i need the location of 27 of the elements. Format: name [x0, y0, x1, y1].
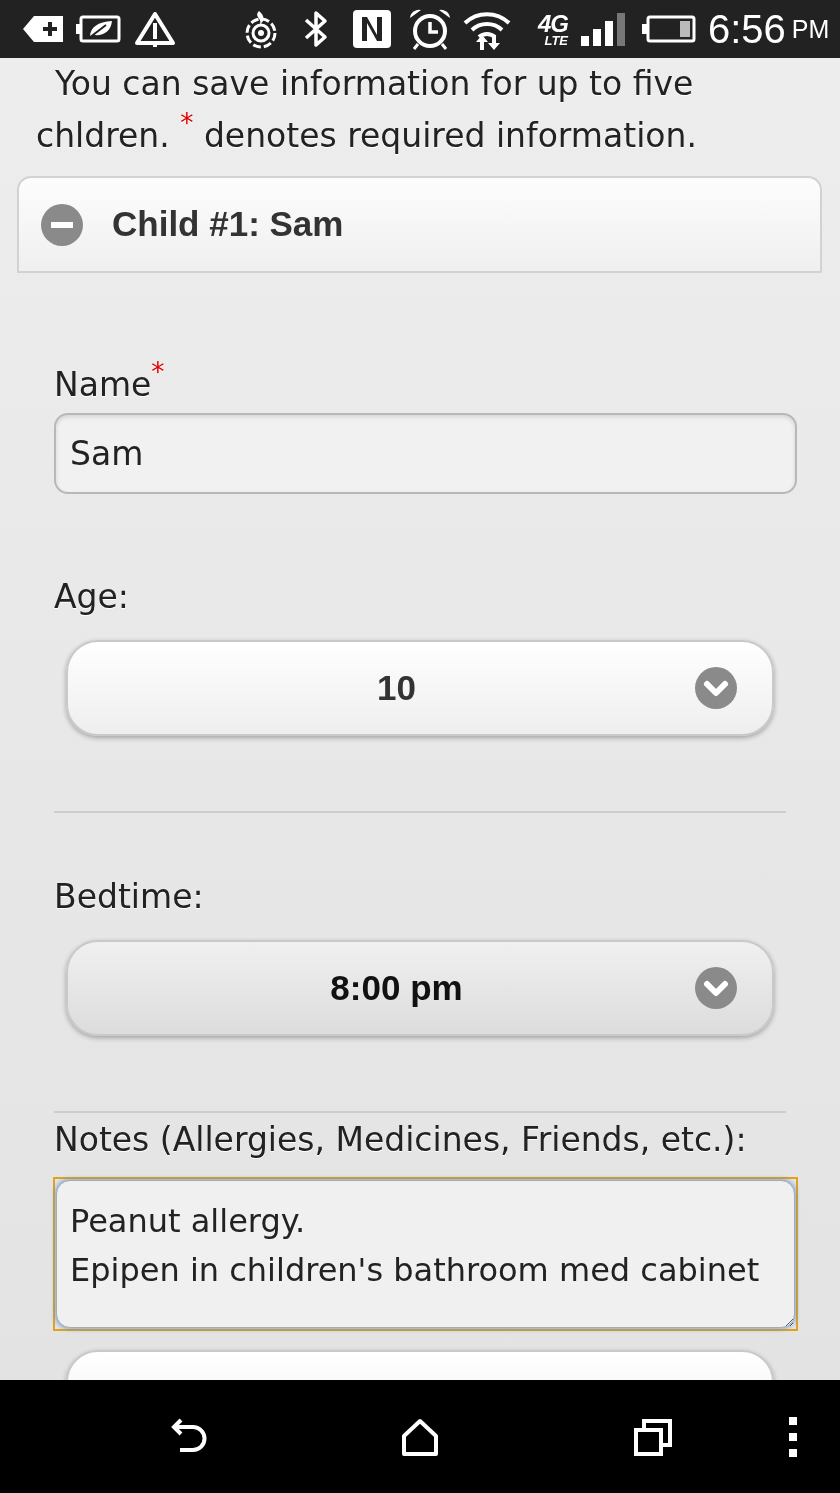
battery-icon	[642, 15, 696, 43]
dropdown-button[interactable]: 10	[66, 640, 774, 736]
nfc-icon	[352, 9, 392, 49]
alarm-clock-icon	[408, 8, 452, 50]
recent-apps-icon[interactable]	[632, 1416, 673, 1457]
home-icon[interactable]	[399, 1416, 440, 1457]
field-label: Notes (Allergies, Medicines, Friends, etc.):	[54, 1120, 748, 1160]
network-tech-label: LTE	[544, 33, 568, 47]
collapsible-header[interactable]: Child #1: Sam	[17, 176, 822, 273]
notification-plus-icon	[22, 15, 64, 43]
menu-icon[interactable]	[789, 1416, 797, 1457]
intro-text: You can save information for up to five chldren. $^{*}$ denotes required information.	[36, 63, 698, 157]
battery-leaf-icon	[76, 15, 122, 43]
target-rings-icon	[244, 9, 278, 49]
warning-triangle-icon	[134, 11, 176, 47]
chevron-down-icon	[695, 667, 737, 709]
clock-time: 6:56	[708, 9, 786, 49]
chevron-down-icon	[695, 967, 737, 1009]
dropdown-button[interactable]: 8:00 pm	[66, 940, 774, 1036]
bluetooth-icon	[303, 9, 329, 49]
clock-meridiem: PM	[791, 16, 830, 42]
network-type-label: 4G	[538, 11, 568, 36]
signal-bars-icon	[580, 12, 628, 46]
text-input[interactable]: Sam	[54, 413, 797, 494]
field-label: Age:	[54, 577, 130, 617]
notes-textarea[interactable]: Peanut allergy. Epipen in children's bathroom med cabinet	[56, 1180, 795, 1328]
field-label: Bedtime:	[54, 877, 205, 917]
